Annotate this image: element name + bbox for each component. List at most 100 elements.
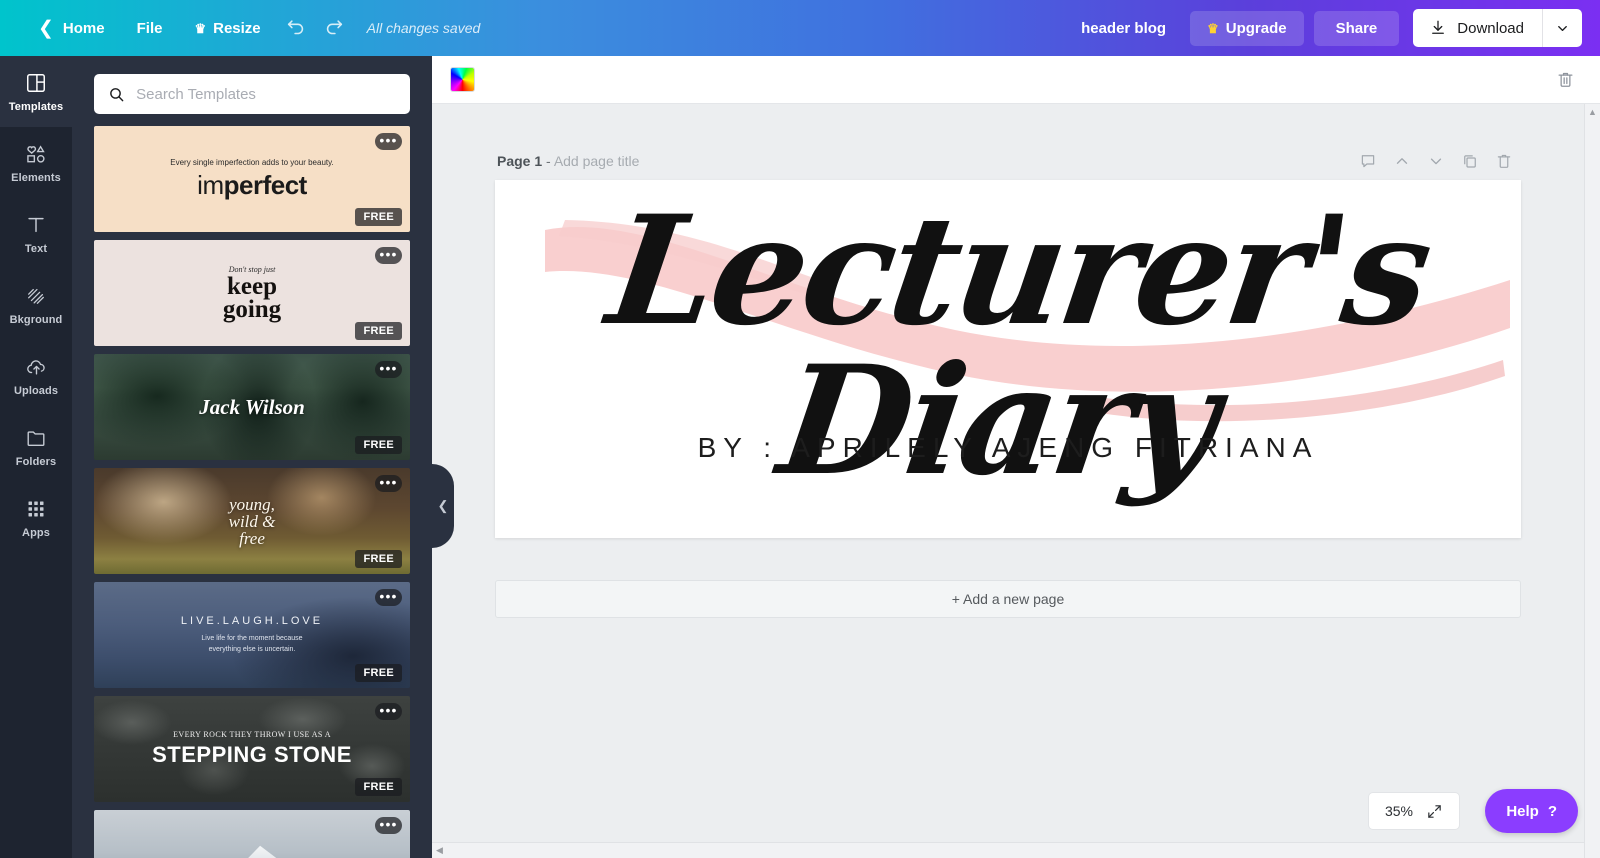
upgrade-button[interactable]: ♛ Upgrade — [1190, 10, 1304, 46]
template-free-badge: FREE — [355, 436, 402, 454]
page-wrapper: Page 1 - Add page title Lecturer's Diary… — [495, 104, 1521, 618]
chevron-down-icon — [1430, 158, 1442, 165]
sidebar-item-elements[interactable]: Elements — [0, 127, 72, 198]
apps-icon — [26, 497, 46, 521]
design-subtitle-text[interactable]: BY : APRILELY AJENG FITRIANA — [495, 432, 1521, 464]
sidebar-item-label: Text — [24, 242, 48, 255]
search-box[interactable] — [94, 74, 410, 114]
canvas-scroll-area[interactable]: Page 1 - Add page title Lecturer's Diary… — [432, 104, 1600, 858]
vertical-scrollbar[interactable]: ▲ — [1584, 104, 1600, 858]
add-new-page-label: + Add a new page — [951, 591, 1065, 607]
comment-button[interactable] — [1353, 147, 1383, 175]
sidebar-item-uploads[interactable]: Uploads — [0, 340, 72, 411]
horizontal-scrollbar[interactable]: ◀ — [432, 842, 1584, 858]
template-card-mountain[interactable]: ••• — [94, 810, 410, 858]
template-card-keep-going[interactable]: Don't stop just keep going ••• FREE — [94, 240, 410, 346]
editor-body: Templates Elements Text Bkground Uploads… — [0, 56, 1600, 858]
undo-button[interactable] — [277, 9, 315, 47]
template-menu-icon[interactable]: ••• — [375, 247, 402, 264]
chevron-down-icon — [1558, 25, 1567, 31]
document-title[interactable]: header blog — [1067, 12, 1180, 45]
move-page-down-button[interactable] — [1421, 147, 1451, 175]
template-title: keep going — [222, 273, 282, 323]
scroll-left-arrow-icon[interactable]: ◀ — [432, 842, 443, 858]
expand-icon[interactable] — [1426, 803, 1443, 820]
templates-panel: Every single imperfection adds to your b… — [72, 56, 432, 858]
page-header: Page 1 - Add page title — [495, 146, 1521, 176]
page-title-row[interactable]: Page 1 - Add page title — [497, 153, 639, 169]
zoom-control[interactable]: 35% — [1368, 792, 1460, 830]
chevron-up-icon — [1396, 158, 1408, 164]
page-number: Page 1 — [497, 153, 543, 169]
download-label: Download — [1457, 19, 1524, 37]
templates-icon — [25, 71, 47, 95]
share-label: Share — [1335, 19, 1378, 37]
sidebar-item-label: Bkground — [9, 313, 63, 326]
rainbow-color-swatch[interactable] — [450, 67, 475, 92]
template-menu-icon[interactable]: ••• — [375, 817, 402, 834]
template-preview: Don't stop just keep going — [94, 265, 410, 323]
file-label: File — [136, 19, 163, 37]
template-free-badge: FREE — [355, 664, 402, 682]
template-card-jack-wilson[interactable]: Jack Wilson ••• FREE — [94, 354, 410, 460]
help-label: Help — [1506, 802, 1539, 820]
sidebar-item-folders[interactable]: Folders — [0, 411, 72, 482]
share-button[interactable]: Share — [1313, 10, 1400, 46]
sidebar-item-apps[interactable]: Apps — [0, 482, 72, 553]
add-new-page-button[interactable]: + Add a new page — [495, 580, 1521, 618]
sidebar-item-templates[interactable]: Templates — [0, 56, 72, 127]
file-menu-button[interactable]: File — [121, 12, 179, 45]
chevron-left-icon: ❮ — [437, 498, 449, 513]
download-options-button[interactable] — [1542, 9, 1582, 47]
sidebar-item-bkground[interactable]: Bkground — [0, 269, 72, 340]
scroll-up-arrow-icon[interactable]: ▲ — [1588, 104, 1597, 120]
undo-icon — [287, 20, 303, 35]
template-preview: Every single imperfection adds to your b… — [94, 158, 410, 201]
download-button[interactable]: Download — [1413, 9, 1542, 47]
sidebar-item-label: Templates — [8, 100, 64, 113]
template-title: imperfect — [197, 169, 307, 200]
design-canvas-page[interactable]: Lecturer's Diary BY : APRILELY AJENG FIT… — [495, 180, 1521, 538]
template-free-badge: FREE — [355, 322, 402, 340]
search-input[interactable] — [136, 85, 396, 103]
template-menu-icon[interactable]: ••• — [375, 475, 402, 492]
template-title: Jack Wilson — [199, 394, 305, 419]
template-card-live-laugh-love[interactable]: LIVE.LAUGH.LOVE Live life for the moment… — [94, 582, 410, 688]
template-card-imperfect[interactable]: Every single imperfection adds to your b… — [94, 126, 410, 232]
template-list[interactable]: Every single imperfection adds to your b… — [72, 126, 432, 858]
template-card-young-wild-free[interactable]: young, wild & free ••• FREE — [94, 468, 410, 574]
page-title-placeholder[interactable]: Add page title — [554, 153, 640, 169]
template-subtitle: EVERY ROCK THEY THROW I USE AS A — [173, 730, 331, 739]
redo-button[interactable] — [315, 9, 353, 47]
chevron-left-icon: ❮ — [38, 17, 54, 39]
top-bar-left-group: ❮ Home File ♛ Resize All changes saved — [0, 9, 480, 47]
save-status: All changes saved — [366, 20, 481, 36]
delete-page-button[interactable] — [1489, 147, 1519, 175]
template-free-badge: FREE — [355, 778, 402, 796]
resize-button[interactable]: ♛ Resize — [178, 12, 276, 45]
folders-icon — [25, 426, 47, 450]
canva-editor-app: ❮ Home File ♛ Resize All changes saved h… — [0, 0, 1600, 858]
sidebar-item-label: Elements — [11, 171, 61, 184]
editor-toolbar-right — [1548, 63, 1582, 97]
collapse-panel-button[interactable]: ❮ — [432, 464, 454, 548]
delete-element-button[interactable] — [1548, 63, 1582, 97]
template-menu-icon[interactable]: ••• — [375, 703, 402, 720]
template-free-badge: FREE — [355, 208, 402, 226]
help-button[interactable]: Help ? — [1485, 789, 1578, 833]
page-title-separator: - — [542, 153, 554, 169]
template-free-badge: FREE — [355, 550, 402, 568]
redo-icon — [326, 20, 342, 35]
template-menu-icon[interactable]: ••• — [375, 589, 402, 606]
template-menu-icon[interactable]: ••• — [375, 133, 402, 150]
sidebar-item-text[interactable]: Text — [0, 198, 72, 269]
move-page-up-button[interactable] — [1387, 147, 1417, 175]
sidebar-item-label: Apps — [22, 526, 50, 539]
template-menu-icon[interactable]: ••• — [375, 361, 402, 378]
template-preview: LIVE.LAUGH.LOVE Live life for the moment… — [94, 615, 410, 655]
trash-icon — [1497, 154, 1511, 168]
template-card-stepping-stone[interactable]: EVERY ROCK THEY THROW I USE AS A STEPPIN… — [94, 696, 410, 802]
home-button[interactable]: ❮ Home — [22, 11, 121, 46]
search-container — [72, 56, 432, 126]
duplicate-page-button[interactable] — [1455, 147, 1485, 175]
